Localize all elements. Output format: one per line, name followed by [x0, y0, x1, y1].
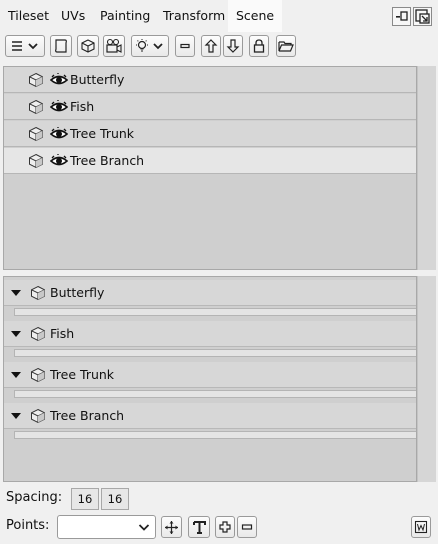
- open-folder-button[interactable]: [276, 35, 296, 57]
- tab-bar: Tileset UVs Painting Transform Scene: [0, 0, 438, 32]
- restore-icon: [415, 9, 430, 24]
- wrap-button[interactable]: [411, 516, 431, 538]
- light-dropdown-button[interactable]: [131, 35, 169, 57]
- scene-list-scrollbar[interactable]: [417, 66, 436, 270]
- spacing-x-field[interactable]: 16: [71, 488, 99, 510]
- cube-icon: [81, 39, 95, 53]
- collapse-triangle-icon[interactable]: [10, 289, 22, 297]
- minus-icon: [241, 524, 253, 530]
- text-t-icon: [192, 520, 206, 534]
- group-label: Tree Branch: [50, 408, 125, 423]
- move-down-button[interactable]: [223, 35, 243, 57]
- cube-button[interactable]: [77, 35, 99, 57]
- lock-icon: [253, 39, 265, 53]
- scroll-button[interactable]: [50, 35, 72, 57]
- scene-row-fish[interactable]: Fish: [4, 94, 416, 120]
- eye-icon[interactable]: [50, 100, 68, 114]
- camera-icon: [106, 38, 122, 53]
- menu-dropdown-button[interactable]: [5, 35, 45, 57]
- group-fish: Fish: [4, 321, 416, 359]
- group-header[interactable]: Butterfly: [4, 280, 416, 306]
- arrow-up-icon: [204, 39, 218, 53]
- group-label: Butterfly: [50, 285, 105, 300]
- group-content-area: [14, 308, 416, 316]
- move-arrows-icon: [165, 520, 178, 534]
- camera-button[interactable]: [103, 35, 125, 57]
- tab-tileset[interactable]: Tileset: [0, 0, 57, 32]
- group-header[interactable]: Fish: [4, 321, 416, 347]
- group-tree-branch: Tree Branch: [4, 403, 416, 441]
- group-header[interactable]: Tree Trunk: [4, 362, 416, 388]
- group-butterfly: Butterfly: [4, 280, 416, 318]
- cube-icon: [31, 367, 45, 383]
- tab-painting[interactable]: Painting: [92, 0, 158, 32]
- scroll-icon: [55, 39, 67, 53]
- cube-icon: [29, 99, 43, 115]
- tab-scene[interactable]: Scene: [228, 0, 283, 32]
- scene-row-label: Butterfly: [70, 72, 125, 87]
- cube-icon: [29, 153, 43, 169]
- lock-button[interactable]: [249, 35, 269, 57]
- group-content-area: [14, 431, 416, 439]
- group-content-area: [14, 390, 416, 398]
- cube-icon: [31, 326, 45, 342]
- minimize-button[interactable]: [392, 7, 411, 26]
- remove-button[interactable]: [175, 35, 195, 57]
- scene-row-butterfly[interactable]: Butterfly: [4, 67, 416, 93]
- move-up-button[interactable]: [201, 35, 221, 57]
- light-dropdown-icon: [136, 39, 163, 52]
- scene-row-label: Tree Trunk: [70, 126, 135, 141]
- eye-icon[interactable]: [50, 127, 68, 141]
- add-point-button[interactable]: [215, 516, 235, 538]
- group-content-area: [14, 349, 416, 357]
- cube-icon: [29, 72, 43, 88]
- cube-icon: [31, 285, 45, 301]
- tab-transform[interactable]: Transform: [155, 0, 233, 32]
- arrow-down-icon: [226, 39, 240, 53]
- group-tree-trunk: Tree Trunk: [4, 362, 416, 400]
- collapse-triangle-icon[interactable]: [10, 330, 22, 338]
- scene-row-label: Tree Branch: [70, 153, 145, 168]
- toolbar: [0, 34, 438, 62]
- remove-point-button[interactable]: [237, 516, 257, 538]
- group-label: Fish: [50, 326, 75, 341]
- scene-row-tree-branch[interactable]: Tree Branch: [4, 148, 416, 174]
- text-tool-button[interactable]: [188, 516, 210, 538]
- scene-row-label: Fish: [70, 99, 95, 114]
- points-label: Points:: [6, 518, 50, 533]
- group-header[interactable]: Tree Branch: [4, 403, 416, 429]
- scene-object-list: Butterfly Fish Tree Trunk Tree Branch: [3, 66, 417, 270]
- move-points-button[interactable]: [161, 516, 182, 538]
- spacing-label: Spacing:: [6, 490, 63, 505]
- minimize-icon: [396, 11, 408, 21]
- minus-icon: [180, 43, 190, 49]
- cube-icon: [31, 408, 45, 424]
- collapse-triangle-icon[interactable]: [10, 371, 22, 379]
- group-label: Tree Trunk: [50, 367, 115, 382]
- folder-icon: [278, 41, 294, 52]
- tab-uvs[interactable]: UVs: [53, 0, 93, 32]
- plus-icon: [219, 521, 231, 533]
- menu-dropdown-icon: [12, 41, 38, 51]
- eye-icon[interactable]: [50, 154, 68, 168]
- scene-row-tree-trunk[interactable]: Tree Trunk: [4, 121, 416, 147]
- groups-scrollbar[interactable]: [417, 276, 436, 482]
- collapse-triangle-icon[interactable]: [10, 412, 22, 420]
- spacing-y-field[interactable]: 16: [101, 488, 129, 510]
- eye-icon[interactable]: [50, 73, 68, 87]
- wrap-icon: [414, 520, 428, 534]
- points-select[interactable]: [57, 515, 156, 539]
- restore-button[interactable]: [413, 7, 432, 26]
- chevron-down-icon: [138, 524, 150, 531]
- cube-icon: [29, 126, 43, 142]
- object-groups-panel: Butterfly Fish Tree Trunk Tree Branch: [3, 276, 417, 482]
